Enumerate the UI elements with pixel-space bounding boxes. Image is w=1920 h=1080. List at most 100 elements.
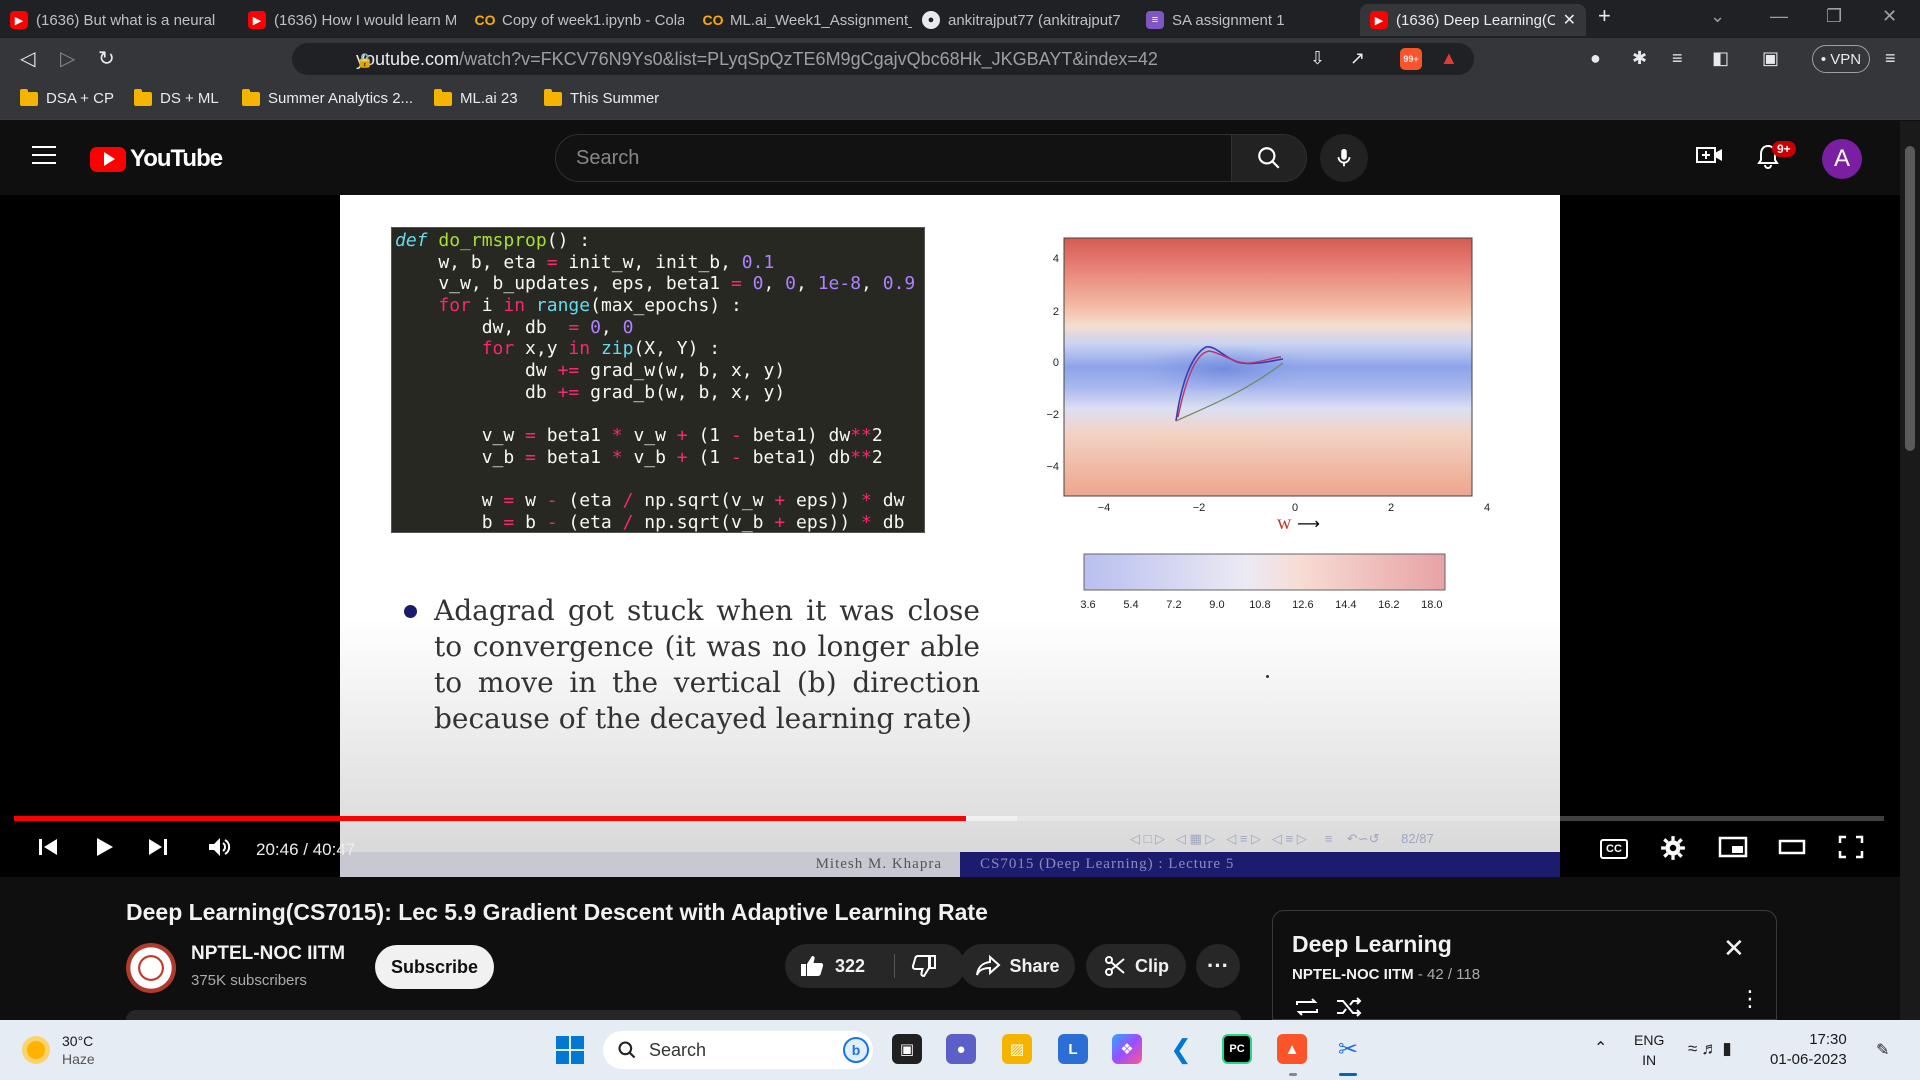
install-icon[interactable]: ⇩ xyxy=(1310,48,1325,69)
hamburger-menu-icon[interactable] xyxy=(32,146,56,164)
subscribe-button[interactable]: Subscribe xyxy=(375,945,494,989)
close-icon[interactable]: ✕ xyxy=(1723,933,1745,964)
browser-tab[interactable]: CO Copy of week1.ipynb - Cola xyxy=(466,4,694,36)
youtube-icon: ▶ xyxy=(10,11,28,29)
extensions-icon[interactable]: ✱ xyxy=(1632,48,1647,69)
wifi-volume-battery-icons[interactable]: ≈♬▮ xyxy=(1688,1039,1736,1059)
file-explorer-icon[interactable]: ▨ xyxy=(1002,1034,1032,1064)
account-avatar[interactable]: A xyxy=(1822,139,1862,179)
vpn-button[interactable]: • VPN xyxy=(1812,45,1870,73)
page-scrollbar[interactable] xyxy=(1900,121,1920,1020)
bookmark-folder[interactable]: This Summer xyxy=(544,88,659,107)
more-actions-button[interactable]: ··· xyxy=(1196,944,1240,988)
fullscreen-button[interactable] xyxy=(1838,835,1864,866)
bookmark-folder[interactable]: DS + ML xyxy=(134,88,219,107)
notification-center-icon[interactable]: ✎ xyxy=(1876,1040,1889,1060)
bookmark-folder[interactable]: Summer Analytics 2... xyxy=(242,88,413,107)
browser-tab[interactable]: ▶ (1636) But what is a neural xyxy=(0,4,238,36)
close-tab-icon[interactable]: ✕ xyxy=(1563,10,1576,30)
address-bar[interactable]: youtube.com/watch?v=FKCV76N9Ys0&list=PLy… xyxy=(292,43,1474,75)
tab-search-icon[interactable]: ⌄ xyxy=(1710,6,1725,27)
shuffle-icon[interactable] xyxy=(1335,997,1363,1022)
beamer-nav-symbols: ◁ □ ▷ ◁ ▦ ▷ ◁ ≡ ▷ ◁ ≡ ▷ ≡ ↶∽↺ 82/87 xyxy=(1130,831,1434,846)
language-indicator[interactable]: ENG IN xyxy=(1634,1030,1664,1070)
taskbar-search[interactable]: Search b xyxy=(603,1031,873,1069)
code-lines: def do_rmsprop() : w, b, eta = init_w, i… xyxy=(395,230,924,534)
menu-icon[interactable]: ≡ xyxy=(1885,48,1896,69)
browser-tab-active[interactable]: ▶ (1636) Deep Learning(C ✕ xyxy=(1360,4,1586,36)
playlist-panel: Deep Learning NPTEL-NOC IITM - 42 / 118 … xyxy=(1272,910,1777,1020)
l-app-icon[interactable]: L xyxy=(1058,1034,1088,1064)
browser-tab[interactable]: ● ankitrajput77 (ankitrajput7 xyxy=(912,4,1140,36)
bookmark-folder[interactable]: DSA + CP xyxy=(20,88,114,107)
like-button[interactable]: 322 xyxy=(799,954,865,978)
subtitles-button[interactable]: CC xyxy=(1600,839,1628,859)
voice-search-button[interactable] xyxy=(1320,134,1368,182)
browser-tab[interactable]: ▶ (1636) How I would learn M xyxy=(238,4,466,36)
vscode-icon[interactable]: ❮ xyxy=(1166,1034,1196,1064)
create-video-icon[interactable] xyxy=(1696,143,1724,174)
colorbar-tick: 9.0 xyxy=(1209,599,1224,611)
search-input[interactable]: Search xyxy=(555,134,1232,182)
search-button[interactable] xyxy=(1231,134,1307,182)
close-window-icon[interactable]: ✕ xyxy=(1882,6,1897,27)
browser-tab[interactable]: ≡ SA assignment 1 xyxy=(1136,4,1360,36)
bullet-text: Adagrad got stuck when it was close to c… xyxy=(434,594,980,735)
miniplayer-button[interactable] xyxy=(1718,835,1748,866)
lock-icon[interactable]: 🔒 xyxy=(356,52,373,69)
weather-haze-icon xyxy=(22,1036,50,1064)
description-box[interactable] xyxy=(126,1010,1241,1020)
new-tab-icon[interactable]: + xyxy=(1598,3,1611,29)
wallet-card-icon[interactable]: ▣ xyxy=(1762,48,1779,69)
settings-button[interactable] xyxy=(1660,835,1686,868)
brave-browser-icon[interactable]: ▲ xyxy=(1277,1034,1307,1064)
share-icon[interactable]: ↗ xyxy=(1350,48,1365,69)
brave-shields-icon[interactable]: 99+ xyxy=(1400,48,1422,70)
bookmark-folder[interactable]: ML.ai 23 xyxy=(434,88,518,107)
browser-tab[interactable]: CO ML.ai_Week1_Assignment_ xyxy=(694,4,922,36)
sidebar-icon[interactable]: ◧ xyxy=(1712,48,1729,69)
minimize-icon[interactable]: — xyxy=(1770,6,1788,27)
youtube-logo[interactable]: YouTube xyxy=(90,145,223,173)
volume-button[interactable] xyxy=(206,835,232,866)
playlist-menu-icon[interactable]: ⋮ xyxy=(1739,988,1761,1010)
tray-overflow-icon[interactable]: ⌃ xyxy=(1594,1038,1607,1058)
browser-toolbar: ◁ ▷ ↻ □ youtube.com/watch?v=FKCV76N9Ys0&… xyxy=(0,38,1920,80)
contour-plot: ↑ b 4 2 0 −2 −4 −4 −2 0 2 4 w ⟶ xyxy=(1046,237,1490,534)
restore-icon[interactable]: ❐ xyxy=(1826,6,1842,27)
next-button[interactable] xyxy=(146,835,170,866)
play-button[interactable] xyxy=(92,835,116,866)
bullet-dot xyxy=(404,605,417,618)
channel-avatar[interactable] xyxy=(126,943,176,993)
share-button[interactable]: Share xyxy=(960,944,1075,988)
channel-name[interactable]: NPTEL-NOC IITM xyxy=(191,943,345,965)
scrollbar-thumb[interactable] xyxy=(1905,146,1915,451)
video-player[interactable]: def do_rmsprop() : w, b, eta = init_w, i… xyxy=(0,195,1900,877)
pycharm-icon[interactable]: PC xyxy=(1222,1034,1252,1064)
gear-icon xyxy=(1661,836,1685,860)
back-icon[interactable]: ◁ xyxy=(20,46,35,71)
system-clock[interactable]: 17:30 01-06-2023 xyxy=(1770,1030,1847,1070)
previous-icon xyxy=(39,839,57,855)
theater-mode-button[interactable] xyxy=(1778,835,1806,866)
playlist-icon[interactable]: ≡ xyxy=(1672,48,1683,69)
clip-button[interactable]: Clip xyxy=(1086,944,1186,988)
task-view-icon[interactable]: ▣ xyxy=(892,1034,922,1064)
playlist-title[interactable]: Deep Learning xyxy=(1292,931,1452,958)
snipping-tool-icon[interactable]: ✂ xyxy=(1333,1034,1363,1064)
windows-start-icon[interactable] xyxy=(556,1036,584,1064)
wallet-icon[interactable]: ● xyxy=(1590,48,1601,69)
copilot-icon[interactable]: ❖ xyxy=(1112,1034,1142,1064)
progress-bar[interactable] xyxy=(14,816,1884,821)
forward-icon[interactable]: ▷ xyxy=(60,46,75,71)
brave-rewards-icon[interactable]: ▲ xyxy=(1440,48,1458,69)
previous-button[interactable] xyxy=(36,835,60,866)
x-tick: −2 xyxy=(1193,502,1206,514)
teams-chat-icon[interactable]: ● xyxy=(946,1034,976,1064)
loop-icon[interactable] xyxy=(1293,997,1321,1022)
reload-icon[interactable]: ↻ xyxy=(98,46,115,71)
folder-icon xyxy=(20,88,38,106)
dislike-button[interactable] xyxy=(911,954,937,983)
footer-course: CS7015 (Deep Learning) : Lecture 5 xyxy=(960,852,1560,877)
weather-widget[interactable]: 30°C Haze xyxy=(22,1032,95,1068)
